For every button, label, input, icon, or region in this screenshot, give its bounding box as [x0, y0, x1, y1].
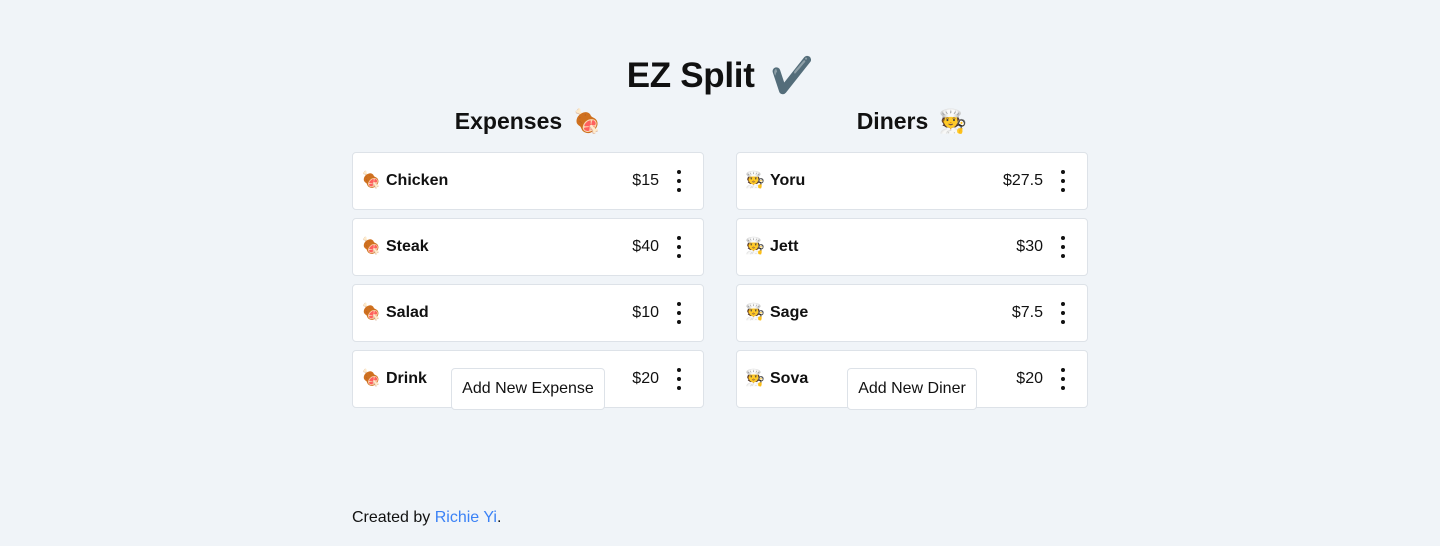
expense-amount: $20: [632, 370, 659, 387]
cook-icon: 🧑‍🍳: [745, 172, 765, 189]
diners-heading-text: Diners: [856, 108, 929, 134]
diners-heading: Diners 🧑‍🍳: [736, 104, 1088, 138]
more-options-icon[interactable]: [1057, 170, 1069, 192]
diner-amount: $30: [1016, 238, 1043, 255]
expense-amount: $10: [632, 304, 659, 321]
expense-name: Salad: [386, 304, 429, 321]
diner-item-sage[interactable]: 🧑‍🍳 Sage $7.5: [736, 284, 1088, 342]
diner-amount: $27.5: [1002, 172, 1043, 189]
expense-item-steak[interactable]: 🍖 Steak $40: [352, 218, 704, 276]
diner-amount: $7.5: [1011, 304, 1043, 321]
checkmark-icon: ✔️: [770, 56, 814, 96]
cook-icon: 🧑‍🍳: [938, 108, 968, 134]
footer: Created by Richie Yi.: [352, 508, 501, 528]
expense-name: Chicken: [386, 172, 449, 189]
diner-name: Jett: [770, 238, 799, 255]
meat-icon: 🍖: [361, 238, 381, 255]
expense-amount: $40: [632, 238, 659, 255]
more-options-icon[interactable]: [1057, 368, 1069, 390]
author-link[interactable]: Richie Yi: [435, 509, 497, 526]
app-title-text: EZ Split: [626, 56, 755, 96]
meat-icon: 🍖: [572, 108, 602, 134]
diner-item-jett[interactable]: 🧑‍🍳 Jett $30: [736, 218, 1088, 276]
more-options-icon[interactable]: [673, 170, 685, 192]
more-options-icon[interactable]: [1057, 302, 1069, 324]
diner-name: Sage: [770, 304, 809, 321]
app-title: EZ Split ✔️: [0, 53, 1440, 99]
diners-section: Diners 🧑‍🍳 🧑‍🍳 Yoru $27.5 🧑‍🍳 Jett $30 🧑…: [736, 104, 1088, 410]
expense-name: Steak: [386, 238, 429, 255]
cook-icon: 🧑‍🍳: [745, 238, 765, 255]
expenses-heading-text: Expenses: [454, 108, 563, 134]
diner-item-yoru[interactable]: 🧑‍🍳 Yoru $27.5: [736, 152, 1088, 210]
expense-amount: $15: [632, 172, 659, 189]
expense-item-chicken[interactable]: 🍖 Chicken $15: [352, 152, 704, 210]
more-options-icon[interactable]: [1057, 236, 1069, 258]
meat-icon: 🍖: [361, 172, 381, 189]
add-expense-button[interactable]: Add New Expense: [451, 368, 605, 410]
cook-icon: 🧑‍🍳: [745, 304, 765, 321]
diner-name: Yoru: [770, 172, 806, 189]
diner-amount: $20: [1016, 370, 1043, 387]
expenses-section: Expenses 🍖 🍖 Chicken $15 🍖 Steak $40 🍖 S…: [352, 104, 704, 410]
expense-item-salad[interactable]: 🍖 Salad $10: [352, 284, 704, 342]
expenses-heading: Expenses 🍖: [352, 104, 704, 138]
footer-suffix: .: [496, 509, 502, 526]
more-options-icon[interactable]: [673, 302, 685, 324]
more-options-icon[interactable]: [673, 236, 685, 258]
meat-icon: 🍖: [361, 304, 381, 321]
more-options-icon[interactable]: [673, 368, 685, 390]
add-diner-button[interactable]: Add New Diner: [847, 368, 977, 410]
meat-icon: 🍖: [361, 370, 381, 387]
cook-icon: 🧑‍🍳: [745, 370, 765, 387]
footer-prefix: Created by: [352, 509, 435, 526]
